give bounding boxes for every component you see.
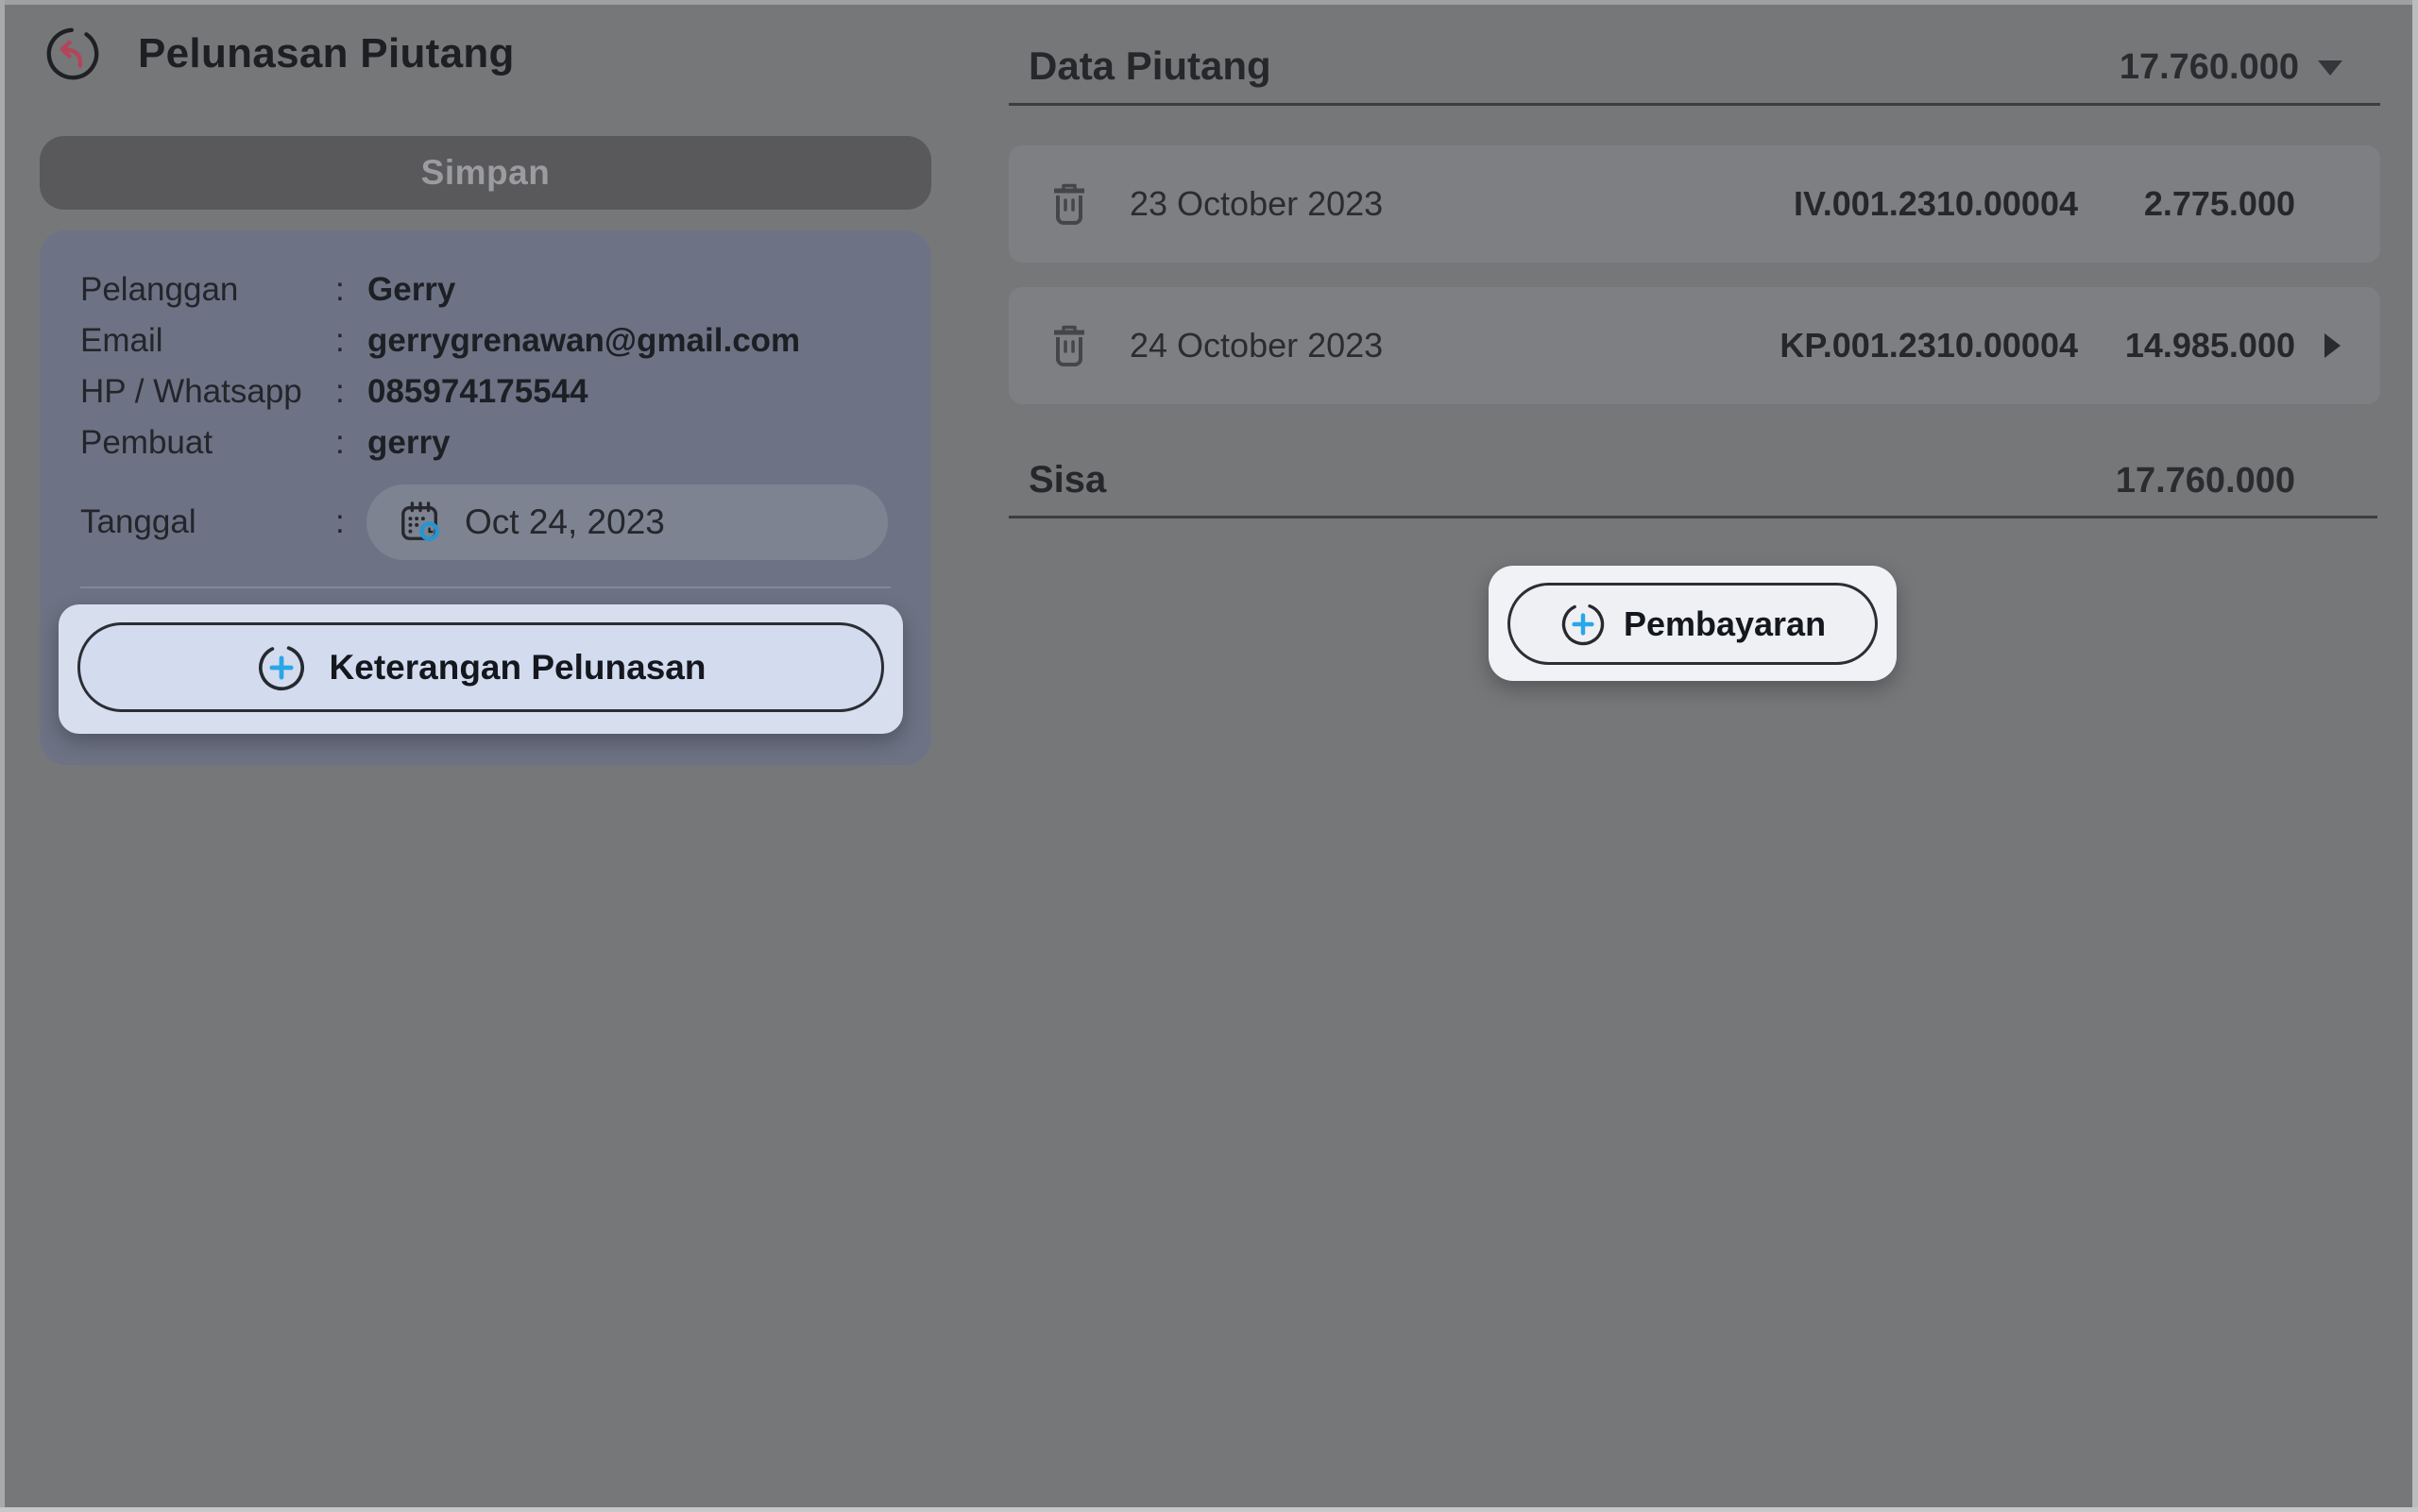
customer-fields: Pelanggan : Gerry Email : gerrygrenawan@…: [80, 264, 893, 468]
plus-circle-icon: [1559, 601, 1607, 648]
field-value: 085974175544: [367, 373, 893, 411]
field-hp-whatsapp: HP / Whatsapp : 085974175544: [80, 366, 893, 417]
add-pembayaran-button[interactable]: Pembayaran: [1507, 583, 1878, 665]
add-pembayaran-label: Pembayaran: [1624, 604, 1826, 644]
date-picker[interactable]: Oct 24, 2023: [366, 484, 888, 560]
row-amount: 2.775.000: [2144, 184, 2295, 224]
back-button[interactable]: [43, 25, 102, 83]
field-pelanggan: Pelanggan : Gerry: [80, 264, 893, 315]
field-label: Pelanggan: [80, 271, 335, 309]
data-piutang-total-toggle[interactable]: 17.760.000: [2120, 47, 2342, 88]
field-label: Email: [80, 322, 335, 360]
piutang-row[interactable]: 24 October 2023 KP.001.2310.00004 14.985…: [1009, 287, 2380, 404]
field-pembuat: Pembuat : gerry: [80, 417, 893, 468]
save-button[interactable]: Simpan: [40, 136, 931, 210]
date-value: Oct 24, 2023: [465, 502, 665, 542]
pelunasan-piutang-screen: Pelunasan Piutang Simpan Pelanggan : Ger…: [0, 0, 2418, 1512]
frame-edge-right: [2412, 0, 2418, 1512]
row-date: 24 October 2023: [1130, 326, 1383, 365]
data-piutang-underline: [1009, 103, 2380, 106]
plus-circle-icon: [256, 642, 307, 693]
back-arrow-icon: [43, 25, 102, 83]
field-email: Email : gerrygrenawan@gmail.com: [80, 315, 893, 366]
page-title: Pelunasan Piutang: [138, 30, 515, 77]
add-keterangan-label: Keterangan Pelunasan: [330, 648, 707, 688]
arrow-right-icon[interactable]: [2324, 333, 2341, 358]
frame-edge-bottom: [0, 1507, 2418, 1512]
field-separator: :: [335, 322, 367, 360]
field-separator: :: [335, 373, 367, 411]
field-label: Pembuat: [80, 424, 335, 462]
frame-edge-top: [0, 0, 2418, 5]
row-date: 23 October 2023: [1130, 184, 1383, 224]
field-separator: :: [335, 271, 367, 309]
calendar-clock-icon: [399, 501, 442, 544]
trash-icon[interactable]: [1051, 323, 1087, 368]
field-separator: :: [335, 503, 367, 541]
sisa-amount: 17.760.000: [2116, 461, 2295, 501]
panel-divider: [80, 586, 891, 588]
row-invoice-code: KP.001.2310.00004: [1779, 326, 2078, 365]
field-value: Gerry: [367, 271, 893, 309]
piutang-row[interactable]: 23 October 2023 IV.001.2310.00004 2.775.…: [1009, 145, 2380, 263]
field-separator: :: [335, 424, 367, 462]
sisa-label: Sisa: [1029, 459, 1106, 501]
row-amount: 14.985.000: [2125, 326, 2295, 365]
data-piutang-title: Data Piutang: [1029, 43, 1271, 89]
row-invoice-code: IV.001.2310.00004: [1794, 184, 2078, 224]
add-keterangan-button[interactable]: Keterangan Pelunasan: [77, 622, 884, 712]
field-label: Tanggal: [80, 503, 335, 541]
frame-edge-left: [0, 0, 5, 1512]
field-value: gerry: [367, 424, 893, 462]
sisa-divider: [1009, 516, 2377, 518]
field-label: HP / Whatsapp: [80, 373, 335, 411]
field-value: gerrygrenawan@gmail.com: [367, 322, 893, 360]
trash-icon[interactable]: [1051, 181, 1087, 227]
caret-down-icon: [2318, 60, 2342, 76]
data-piutang-total: 17.760.000: [2120, 47, 2299, 88]
